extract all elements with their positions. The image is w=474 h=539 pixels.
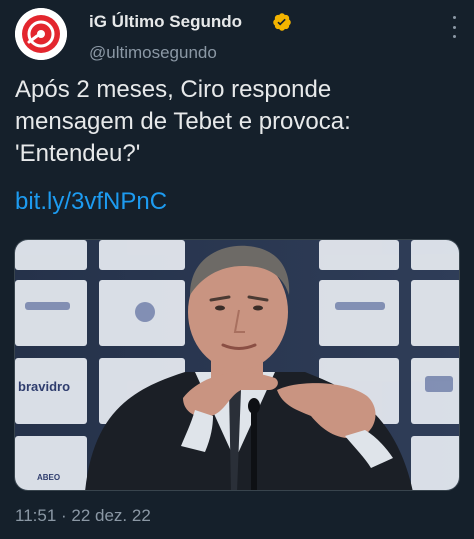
author-avatar[interactable] [15, 8, 67, 60]
tweet-media-image[interactable]: bravidro ABEO [14, 239, 460, 491]
author-handle[interactable]: @ultimosegundo [89, 43, 217, 63]
tweet-text: Após 2 meses, Ciro responde mensagem de … [15, 74, 455, 170]
tweet-link[interactable]: bit.ly/3vfNPnC [15, 187, 167, 217]
tweet-text-line: mensagem de Tebet e provoca: [15, 108, 351, 135]
tweet-timestamp[interactable]: 11:51 · 22 dez. 22 [15, 506, 151, 526]
more-options-icon[interactable] [444, 14, 464, 40]
verified-badge-icon [272, 12, 292, 32]
tweet-card: iG Último Segundo @ultimosegundo Após 2 … [0, 0, 474, 539]
ig-logo-icon [15, 8, 67, 60]
backdrop-text: ABEO [37, 473, 60, 482]
tweet-text-line: Após 2 meses, Ciro responde [15, 76, 332, 103]
tweet-text-line: 'Entendeu?' [15, 140, 141, 167]
backdrop-text: bravidro [18, 379, 70, 394]
author-display-name[interactable]: iG Último Segundo [89, 12, 242, 32]
